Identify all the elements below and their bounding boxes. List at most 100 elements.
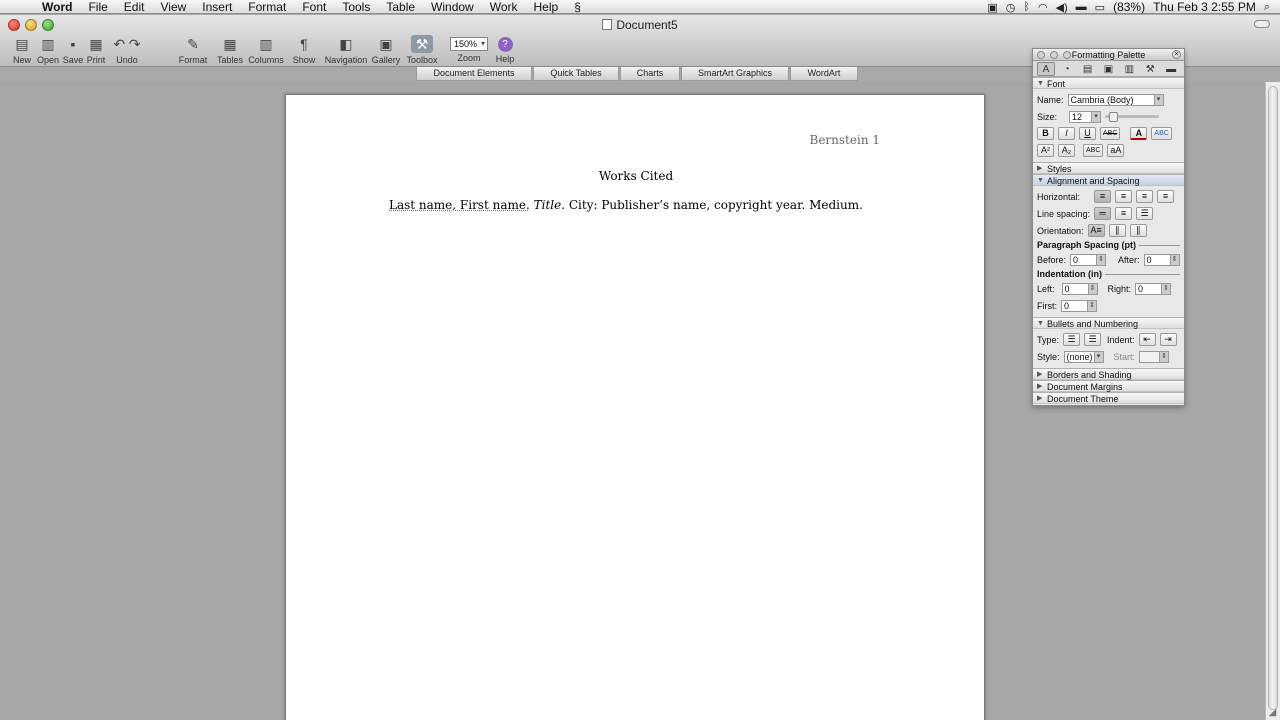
spotlight-search-icon[interactable]: ⌕ (1264, 1, 1270, 14)
font-size-slider[interactable] (1105, 112, 1160, 122)
stepper-icon[interactable]: ⇕ (1087, 300, 1096, 311)
strikethrough-button[interactable]: ABC (1100, 127, 1121, 140)
align-justify-button[interactable]: ≡ (1157, 190, 1175, 203)
superscript-button[interactable]: A² (1037, 144, 1054, 157)
works-cited-heading[interactable]: Works Cited (286, 169, 986, 183)
tab-wordart[interactable]: WordArt (790, 67, 858, 81)
palette-zoom-button[interactable] (1063, 51, 1071, 59)
reference-tools-tab-icon[interactable]: ▥ (1120, 62, 1138, 76)
tab-document-elements[interactable]: Document Elements (416, 67, 532, 81)
menu-file[interactable]: File (80, 0, 115, 14)
wifi-icon[interactable]: ◠ (1038, 1, 1048, 14)
font-name-field[interactable]: Cambria (Body) ▾ (1067, 93, 1164, 106)
one-half-spacing-button[interactable]: ≡ (1115, 207, 1133, 220)
vertical-text-up-button[interactable]: ∥ (1129, 224, 1147, 237)
scrollbar-thumb[interactable] (1268, 86, 1278, 710)
first-indent-field[interactable]: 0 ⇕ (1061, 299, 1097, 312)
tab-smartart-graphics[interactable]: SmartArt Graphics (681, 67, 789, 81)
citations-tab-icon[interactable]: ▤ (1079, 62, 1097, 76)
bullet-style-field[interactable]: (none) ▾ (1063, 350, 1104, 363)
styles-section-header[interactable]: ▶ Styles (1033, 162, 1184, 174)
subscript-button[interactable]: A₂ (1058, 144, 1075, 157)
screen-recording-icon[interactable]: ▣ (987, 1, 997, 14)
compatibility-tab-icon[interactable]: ⚒ (1141, 62, 1159, 76)
page-header[interactable]: Bernstein 1 (810, 133, 880, 147)
toolbar-toggle-button[interactable] (1254, 20, 1270, 28)
increase-indent-button[interactable]: ⇥ (1159, 333, 1177, 346)
menu-edit[interactable]: Edit (116, 0, 153, 14)
flag-icon[interactable]: ▬ (1076, 1, 1087, 13)
script-menu-icon[interactable]: § (566, 0, 589, 14)
document-proxy-icon[interactable] (602, 19, 613, 30)
object-palette-tab-icon[interactable]: ◔ (1058, 62, 1076, 76)
decrease-indent-button[interactable]: ⇤ (1138, 333, 1156, 346)
menu-view[interactable]: View (152, 0, 194, 14)
align-left-button[interactable]: ≡ (1094, 190, 1112, 203)
menu-work[interactable]: Work (482, 0, 526, 14)
underline-button[interactable]: U (1079, 127, 1096, 140)
change-case-button[interactable]: aA (1107, 144, 1125, 157)
project-palette-tab-icon[interactable]: ▬ (1162, 62, 1180, 76)
undo-button[interactable]: ↶ ↷ Undo (105, 35, 149, 65)
bluetooth-icon[interactable]: ᛒ (1023, 1, 1030, 13)
alignment-section-header[interactable]: ▼ Alignment and Spacing (1033, 174, 1184, 186)
spacing-after-field[interactable]: 0 ⇕ (1143, 253, 1180, 266)
palette-collapse-icon[interactable]: × (1172, 50, 1181, 59)
chevron-down-icon[interactable]: ▾ (1153, 94, 1163, 105)
chevron-down-icon[interactable]: ▾ (1091, 111, 1101, 122)
tab-charts[interactable]: Charts (620, 67, 680, 81)
menu-help[interactable]: Help (526, 0, 567, 14)
time-machine-icon[interactable]: ◷ (1006, 1, 1016, 14)
chevron-down-icon[interactable]: ▾ (1093, 351, 1103, 362)
single-spacing-button[interactable]: ═ (1094, 207, 1112, 220)
small-caps-button[interactable]: ABC (1083, 144, 1104, 157)
margins-section-header[interactable]: ▶ Document Margins (1033, 380, 1184, 392)
start-number-field[interactable]: ⇕ (1139, 350, 1170, 363)
document-page[interactable]: Bernstein 1 Works Cited Last name, First… (285, 94, 985, 720)
battery-icon[interactable]: ▭ (1095, 1, 1105, 14)
font-size-field[interactable]: 12 ▾ (1069, 110, 1102, 123)
menu-table[interactable]: Table (378, 0, 423, 14)
menu-word[interactable]: Word (34, 0, 80, 14)
borders-section-header[interactable]: ▶ Borders and Shading (1033, 368, 1184, 380)
menu-font[interactable]: Font (294, 0, 334, 14)
vertical-text-down-button[interactable]: ∥ (1108, 224, 1126, 237)
help-button[interactable]: ? Help (483, 35, 527, 64)
double-spacing-button[interactable]: ☰ (1136, 207, 1154, 220)
menu-insert[interactable]: Insert (194, 0, 240, 14)
bold-button[interactable]: B (1037, 127, 1054, 140)
right-indent-field[interactable]: 0 ⇕ (1135, 282, 1172, 295)
bullet-list-button[interactable]: ☰ (1063, 333, 1081, 346)
resize-grip-icon[interactable]: ◢ (1267, 707, 1278, 718)
formatting-palette-tab-icon[interactable]: A (1037, 62, 1055, 76)
stepper-icon[interactable]: ⇕ (1096, 254, 1106, 265)
navigation-button[interactable]: ◧ Navigation (324, 35, 368, 65)
stepper-icon[interactable]: ⇕ (1161, 283, 1171, 294)
highlight-button[interactable]: ABC (1151, 127, 1172, 140)
tab-quick-tables[interactable]: Quick Tables (533, 67, 619, 81)
palette-titlebar[interactable]: Formatting Palette × (1033, 49, 1184, 61)
theme-section-header[interactable]: ▶ Document Theme (1033, 392, 1184, 404)
vertical-scrollbar[interactable] (1265, 82, 1280, 720)
menu-format[interactable]: Format (240, 0, 294, 14)
font-color-button[interactable]: A (1130, 127, 1148, 140)
stepper-icon[interactable]: ⇕ (1159, 351, 1169, 362)
left-indent-field[interactable]: 0 ⇕ (1061, 282, 1098, 295)
palette-close-button[interactable] (1037, 51, 1045, 59)
show-formatting-button[interactable]: ¶ Show (282, 35, 326, 65)
menu-tools[interactable]: Tools (334, 0, 378, 14)
align-right-button[interactable]: ≡ (1136, 190, 1154, 203)
spacing-before-field[interactable]: 0 ⇕ (1070, 253, 1107, 266)
citation-entry[interactable]: Last name, First name. Title. City: Publ… (389, 198, 863, 212)
italic-button[interactable]: I (1058, 127, 1075, 140)
stepper-icon[interactable]: ⇕ (1087, 283, 1097, 294)
bullets-section-header[interactable]: ▼ Bullets and Numbering (1033, 317, 1184, 329)
font-section-header[interactable]: ▼ Font (1033, 77, 1184, 89)
stepper-icon[interactable]: ⇕ (1169, 254, 1179, 265)
numbered-list-button[interactable]: ☰ (1084, 333, 1102, 346)
toolbox-button[interactable]: ⚒ Toolbox (400, 35, 444, 65)
align-center-button[interactable]: ≡ (1115, 190, 1133, 203)
volume-icon[interactable]: ◀) (1056, 1, 1068, 14)
clock[interactable]: Thu Feb 3 2:55 PM (1153, 0, 1256, 14)
palette-minimize-button[interactable] (1050, 51, 1058, 59)
